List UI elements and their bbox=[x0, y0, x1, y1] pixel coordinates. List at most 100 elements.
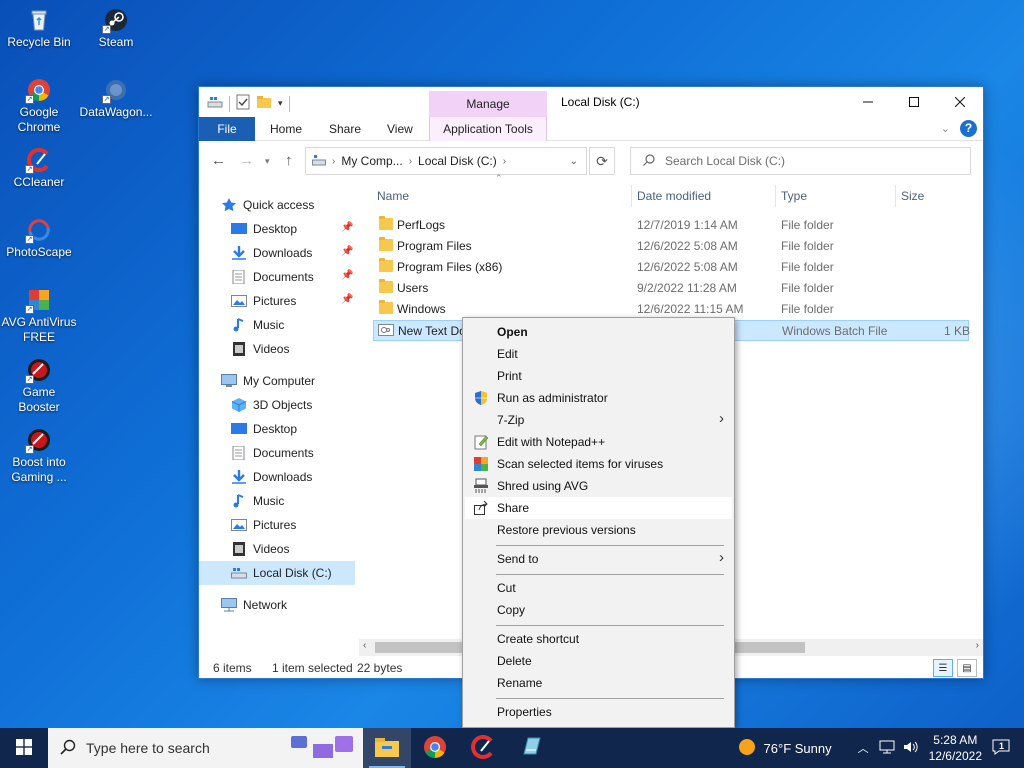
nav-quick-videos[interactable]: Videos bbox=[231, 337, 289, 361]
menu-item-rename[interactable]: Rename bbox=[465, 672, 732, 694]
show-hidden-icons-chevron-icon[interactable]: ︿ bbox=[858, 740, 869, 756]
desktop-icon-boost-into-gaming[interactable]: ↗ Boost into Gaming ... bbox=[1, 428, 77, 485]
breadcrumb-separator-icon[interactable]: › bbox=[503, 156, 506, 167]
network-icon[interactable] bbox=[879, 740, 895, 757]
address-bar[interactable]: › My Comp... › Local Disk (C:) › ⌄ bbox=[305, 147, 587, 175]
menu-item-copy[interactable]: Copy bbox=[465, 599, 732, 621]
menu-item-7zip[interactable]: 7-Zip › bbox=[465, 409, 732, 431]
weather-text[interactable]: 76°F Sunny bbox=[764, 741, 832, 756]
close-button[interactable] bbox=[937, 87, 983, 117]
nav-pictures[interactable]: Pictures bbox=[231, 513, 296, 537]
column-header-date[interactable]: Date modified bbox=[637, 181, 711, 211]
pin-icon[interactable]: 📌 bbox=[341, 222, 353, 233]
maximize-button[interactable] bbox=[891, 87, 937, 117]
taskbar-chrome[interactable] bbox=[411, 728, 459, 768]
nav-my-computer[interactable]: My Computer bbox=[221, 369, 315, 393]
nav-local-disk[interactable]: Local Disk (C:) bbox=[199, 561, 355, 585]
address-dropdown-icon[interactable]: ⌄ bbox=[570, 156, 578, 167]
desktop-icon-recycle-bin[interactable]: Recycle Bin bbox=[1, 8, 77, 50]
column-header-name[interactable]: Name bbox=[377, 181, 409, 211]
nav-downloads[interactable]: Downloads bbox=[231, 465, 312, 489]
taskbar-ccleaner[interactable] bbox=[459, 728, 507, 768]
forward-arrow-icon[interactable]: → bbox=[239, 152, 254, 169]
menu-item-delete[interactable]: Delete bbox=[465, 650, 732, 672]
menu-item-send-to[interactable]: Send to › bbox=[465, 548, 732, 570]
nav-videos[interactable]: Videos bbox=[231, 537, 289, 561]
nav-quick-pictures[interactable]: Pictures bbox=[231, 289, 296, 313]
desktop-icon-photoscape[interactable]: ↗ PhotoScape bbox=[1, 218, 77, 260]
column-header-size[interactable]: Size bbox=[901, 181, 924, 211]
notification-center-icon[interactable]: 1 bbox=[992, 738, 1010, 759]
menu-item-print[interactable]: Print bbox=[465, 365, 732, 387]
scroll-left-icon[interactable]: ‹ bbox=[363, 640, 366, 651]
desktop-icon-google-chrome[interactable]: ↗ Google Chrome bbox=[1, 78, 77, 135]
file-row[interactable]: Program Files 12/6/2022 5:08 AM File fol… bbox=[373, 236, 969, 257]
weather-sun-icon[interactable] bbox=[738, 738, 756, 759]
tab-home[interactable]: Home bbox=[270, 117, 302, 141]
pin-icon[interactable]: 📌 bbox=[341, 246, 353, 257]
menu-item-share[interactable]: Share bbox=[465, 497, 732, 519]
scroll-right-icon[interactable]: › bbox=[976, 640, 979, 651]
column-header-type[interactable]: Type bbox=[781, 181, 807, 211]
large-icons-view-icon[interactable]: ▤ bbox=[957, 659, 977, 677]
tab-view[interactable]: View bbox=[387, 117, 413, 141]
desktop-icon-ccleaner[interactable]: ↗ CCleaner bbox=[1, 148, 77, 190]
help-icon[interactable]: ? bbox=[960, 120, 977, 137]
column-separator[interactable] bbox=[895, 185, 896, 207]
breadcrumb-local-disk[interactable]: Local Disk (C:) bbox=[418, 154, 497, 168]
desktop-icon-avg-antivirus[interactable]: ↗ AVG AntiVirus FREE bbox=[1, 288, 77, 345]
nav-3d-objects[interactable]: 3D Objects bbox=[231, 393, 312, 417]
menu-item-properties[interactable]: Properties bbox=[465, 701, 732, 723]
nav-quick-music[interactable]: Music bbox=[231, 313, 284, 337]
menu-item-edit-notepadpp[interactable]: Edit with Notepad++ bbox=[465, 431, 732, 453]
menu-item-run-as-admin[interactable]: Run as administrator bbox=[465, 387, 732, 409]
recent-locations-chevron-icon[interactable]: ▾ bbox=[265, 156, 270, 167]
nav-music[interactable]: Music bbox=[231, 489, 284, 513]
column-separator[interactable] bbox=[775, 185, 776, 207]
tab-file[interactable]: File bbox=[199, 117, 255, 141]
back-arrow-icon[interactable]: ← bbox=[211, 152, 226, 169]
drive-icon[interactable] bbox=[207, 95, 223, 112]
details-view-icon[interactable]: ☰ bbox=[933, 659, 953, 677]
refresh-button[interactable]: ⟳ bbox=[589, 147, 615, 175]
taskbar-file-explorer[interactable] bbox=[363, 728, 411, 768]
nav-desktop[interactable]: Desktop bbox=[231, 417, 297, 441]
search-highlight-icon[interactable] bbox=[289, 734, 355, 765]
breadcrumb-my-computer[interactable]: My Comp... bbox=[341, 154, 402, 168]
desktop-icon-steam[interactable]: ↗ Steam bbox=[78, 8, 154, 50]
menu-item-cut[interactable]: Cut bbox=[465, 577, 732, 599]
column-separator[interactable] bbox=[631, 185, 632, 207]
new-folder-icon[interactable] bbox=[256, 95, 272, 112]
clock[interactable]: 5:28 AM 12/6/2022 bbox=[929, 732, 982, 764]
nav-quick-downloads[interactable]: Downloads bbox=[231, 241, 312, 265]
menu-item-open[interactable]: Open bbox=[465, 321, 732, 343]
nav-network[interactable]: Network bbox=[221, 593, 287, 617]
menu-item-restore-versions[interactable]: Restore previous versions bbox=[465, 519, 732, 541]
tab-share[interactable]: Share bbox=[329, 117, 361, 141]
taskbar-search[interactable]: Type here to search bbox=[48, 728, 363, 768]
up-arrow-icon[interactable]: ↑ bbox=[285, 152, 293, 169]
volume-icon[interactable] bbox=[903, 740, 919, 757]
nav-documents[interactable]: Documents bbox=[231, 441, 314, 465]
start-button[interactable] bbox=[0, 728, 48, 768]
menu-item-edit[interactable]: Edit bbox=[465, 343, 732, 365]
nav-quick-desktop[interactable]: Desktop bbox=[231, 217, 297, 241]
desktop-icon-datawagon[interactable]: ↗ DataWagon... bbox=[78, 78, 154, 120]
breadcrumb-separator-icon[interactable]: › bbox=[409, 156, 412, 167]
customize-toolbar-icon[interactable]: ▾ bbox=[278, 98, 283, 109]
menu-item-shred-avg[interactable]: Shred using AVG bbox=[465, 475, 732, 497]
expand-ribbon-icon[interactable]: ⌄ bbox=[941, 122, 950, 135]
minimize-button[interactable] bbox=[845, 87, 891, 117]
menu-item-scan-viruses[interactable]: Scan selected items for viruses bbox=[465, 453, 732, 475]
desktop-icon-game-booster[interactable]: ↗ Game Booster bbox=[1, 358, 77, 415]
properties-icon[interactable] bbox=[236, 94, 250, 113]
pin-icon[interactable]: 📌 bbox=[341, 294, 353, 305]
search-box[interactable]: Search Local Disk (C:) bbox=[630, 147, 971, 175]
taskbar-app[interactable] bbox=[507, 728, 555, 768]
menu-item-create-shortcut[interactable]: Create shortcut bbox=[465, 628, 732, 650]
file-row[interactable]: PerfLogs 12/7/2019 1:14 AM File folder bbox=[373, 215, 969, 236]
file-row[interactable]: Users 9/2/2022 11:28 AM File folder bbox=[373, 278, 969, 299]
nav-quick-access[interactable]: Quick access bbox=[221, 193, 314, 217]
pin-icon[interactable]: 📌 bbox=[341, 270, 353, 281]
file-row[interactable]: Program Files (x86) 12/6/2022 5:08 AM Fi… bbox=[373, 257, 969, 278]
